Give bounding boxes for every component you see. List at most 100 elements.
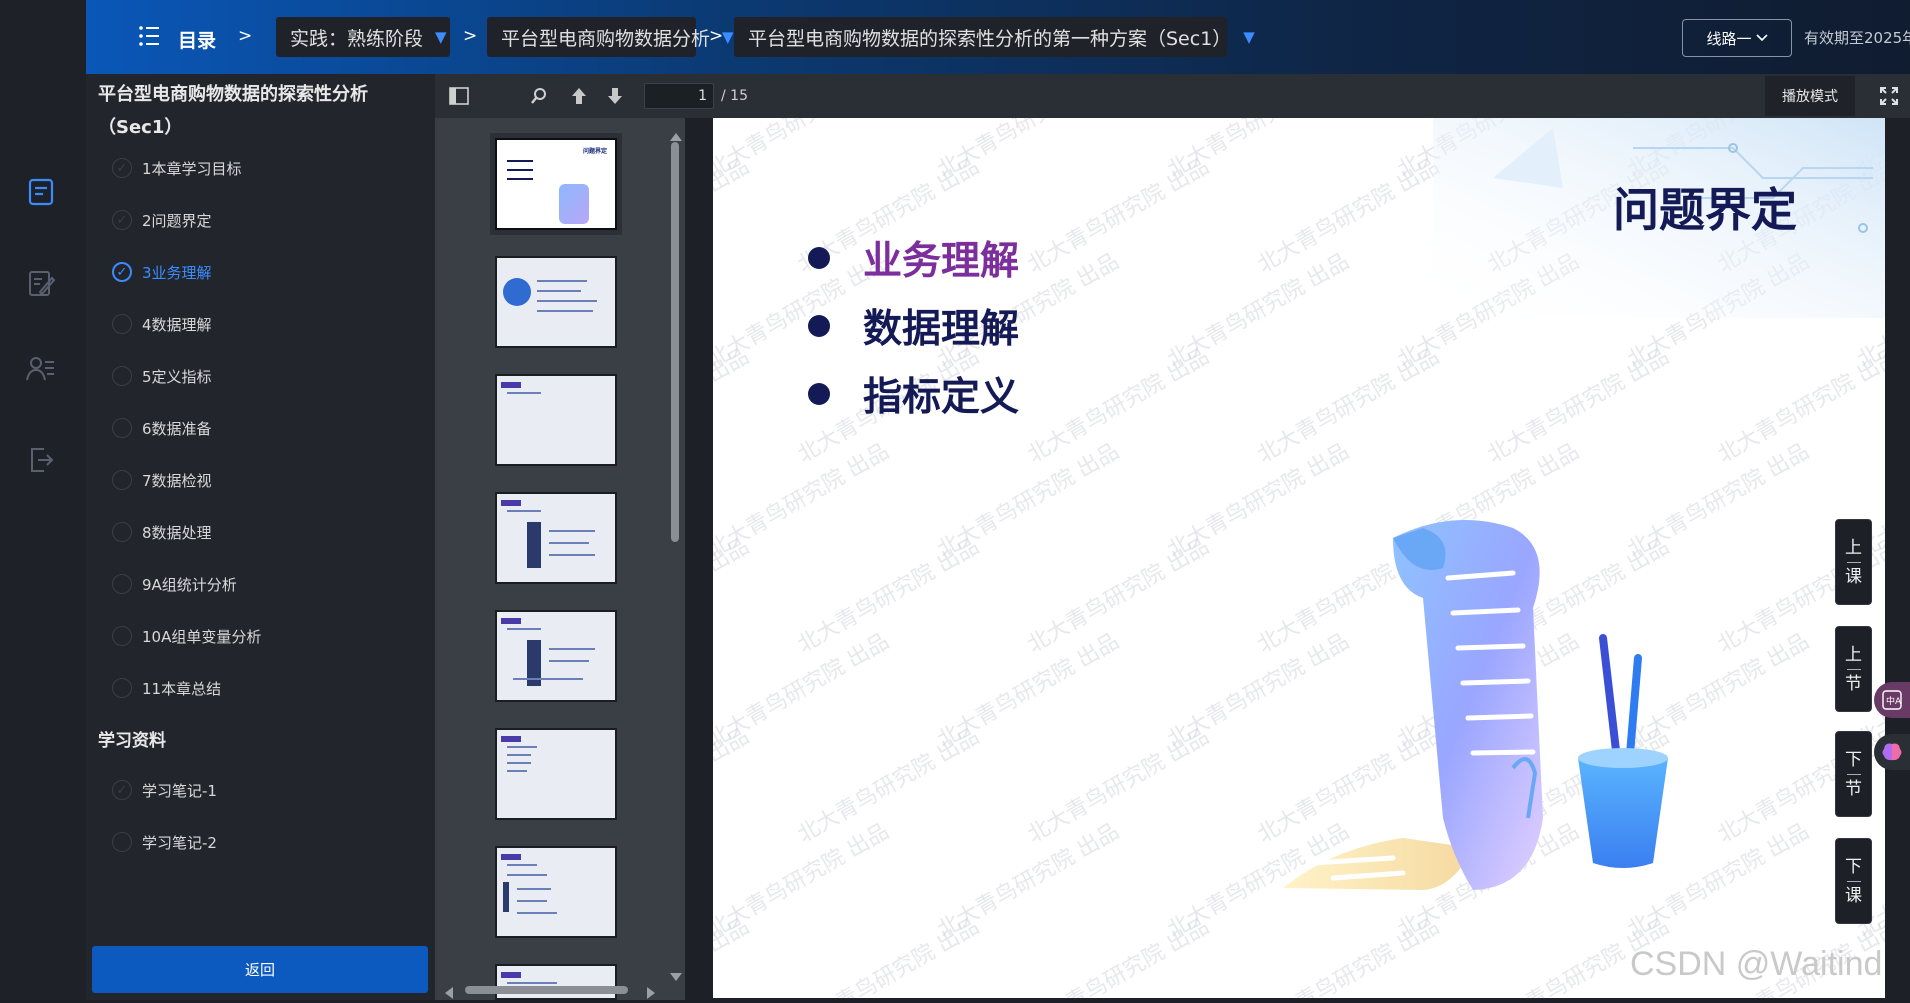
prev-section-char-1: 上 xyxy=(1845,644,1862,665)
validity-text: 有效期至2025年10月5日 xyxy=(1804,29,1910,47)
caret-down-icon: ▼ xyxy=(722,28,734,46)
thumbnail-page-2[interactable] xyxy=(495,256,617,348)
thumbnail-page-8[interactable] xyxy=(495,964,617,1000)
scroll-illustration xyxy=(1283,520,1668,890)
scroll-down-icon[interactable] xyxy=(670,966,682,985)
material-item[interactable]: ✓ 学习笔记-1 xyxy=(112,775,217,805)
circle-icon xyxy=(112,470,132,490)
arrow-up-icon[interactable] xyxy=(565,82,593,110)
thumbnail-page-6[interactable] xyxy=(495,728,617,820)
route-select-button[interactable]: 线路一 xyxy=(1682,19,1792,57)
outline-item-label: 4数据理解 xyxy=(142,315,212,334)
fullscreen-icon[interactable] xyxy=(1875,82,1903,110)
outline-item[interactable]: 9A组统计分析 xyxy=(112,569,237,599)
route-select-label: 线路一 xyxy=(1706,29,1752,48)
materials-title: 学习资料 xyxy=(98,731,166,751)
watermark-text: 北大青鸟研究院 出品 xyxy=(1024,344,1214,468)
outline-item[interactable]: 8数据处理 xyxy=(112,517,212,547)
translate-icon[interactable]: 中A xyxy=(1874,682,1910,718)
next-lesson-char-2: 课 xyxy=(1845,885,1862,906)
slide-bullet: 数据理解 xyxy=(808,298,1019,354)
thumbnail-page-1[interactable]: 问题界定 xyxy=(495,138,617,230)
watermark-text: 北大青鸟研究院 出品 xyxy=(1024,154,1214,278)
outline-item[interactable]: 10A组单变量分析 xyxy=(112,621,261,651)
watermark-text: 北大青鸟研究院 出品 xyxy=(1024,914,1214,998)
back-button[interactable]: 返回 xyxy=(92,946,428,993)
caret-down-icon: ▼ xyxy=(1243,28,1255,46)
outline-item[interactable]: ✓ 1本章学习目标 xyxy=(112,153,242,183)
csdn-watermark: CSDN @Waitind xyxy=(1630,945,1883,983)
watermark-text: 北大青鸟研究院 出品 xyxy=(713,534,754,658)
material-item-label: 学习笔记-1 xyxy=(142,781,217,800)
outline-item[interactable]: 11本章总结 xyxy=(112,673,221,703)
outline-item-active[interactable]: ✓ 3业务理解 xyxy=(112,257,212,287)
outline-item-label: 8数据处理 xyxy=(142,523,212,542)
circle-icon xyxy=(112,626,132,646)
circle-icon xyxy=(112,366,132,386)
document-icon[interactable] xyxy=(23,174,59,210)
scroll-left-icon[interactable] xyxy=(445,984,453,1003)
breadcrumb-stage-dropdown[interactable]: 实践：熟练阶段 ▼ xyxy=(276,17,450,57)
breadcrumb-lesson-dropdown[interactable]: 平台型电商购物数据的探索性分析的第一种方案（Sec1） ▼ xyxy=(734,17,1255,57)
edit-icon[interactable] xyxy=(23,265,59,301)
thumbnail-page-3[interactable] xyxy=(495,374,617,466)
icon-rail xyxy=(0,0,86,1000)
sidebar-toggle-icon[interactable] xyxy=(445,82,473,110)
thumbnail-strip: 问题界定 xyxy=(435,118,685,1000)
brain-icon[interactable] xyxy=(1874,734,1910,770)
outline-item[interactable]: ✓ 2问题界定 xyxy=(112,205,212,235)
watermark-text: 北大青鸟研究院 出品 xyxy=(794,534,984,658)
circle-icon xyxy=(112,832,132,852)
page-number-input[interactable]: 1 xyxy=(644,83,714,109)
breadcrumb-separator: > xyxy=(238,26,253,46)
prev-lesson-button[interactable]: 上 课 xyxy=(1835,519,1872,605)
page-total: / 15 xyxy=(721,88,748,104)
thumbnail-page-7[interactable] xyxy=(495,846,617,938)
outline-item[interactable]: 5定义指标 xyxy=(112,361,212,391)
outline-item[interactable]: 7数据检视 xyxy=(112,465,212,495)
menu-icon[interactable] xyxy=(138,24,160,52)
watermark-text: 北大青鸟研究院 出品 xyxy=(1024,534,1214,658)
thumbnail-page-4[interactable] xyxy=(495,492,617,584)
next-lesson-button[interactable]: 下 课 xyxy=(1835,838,1872,924)
outline-item-label: 3业务理解 xyxy=(142,263,212,282)
outline-panel: 平台型电商购物数据的探索性分析（Sec1） ✓ 1本章学习目标 ✓ 2问题界定 ✓ 3… xyxy=(86,74,435,1000)
bullet-dot xyxy=(808,247,830,269)
check-circle-icon: ✓ xyxy=(112,262,132,282)
watermark-text: 北大青鸟研究院 出品 xyxy=(1024,724,1214,848)
scroll-right-icon[interactable] xyxy=(647,984,655,1003)
slide-bullet-text: 业务理解 xyxy=(863,239,1020,284)
next-section-char-2: 节 xyxy=(1845,778,1862,799)
outline-item[interactable]: 4数据理解 xyxy=(112,309,212,339)
slide-bullet: 业务理解 xyxy=(808,230,1019,286)
circle-icon xyxy=(112,574,132,594)
bullet-dot xyxy=(808,315,830,337)
breadcrumb-stage-label: 实践：熟练阶段 xyxy=(290,27,424,50)
slide-bullet-text: 数据理解 xyxy=(863,307,1020,352)
watermark-text: 北大青鸟研究院 出品 xyxy=(794,914,984,998)
prev-section-button[interactable]: 上 节 xyxy=(1835,626,1872,712)
outline-item[interactable]: 6数据准备 xyxy=(112,413,212,443)
thumbnail-page-5[interactable] xyxy=(495,610,617,702)
exit-icon[interactable] xyxy=(23,442,59,478)
menu-label[interactable]: 目录 xyxy=(178,26,216,53)
material-item-label: 学习笔记-2 xyxy=(142,833,217,852)
outline-item-label: 7数据检视 xyxy=(142,471,212,490)
horizontal-scrollbar[interactable] xyxy=(465,986,628,994)
prev-section-char-2: 节 xyxy=(1845,673,1862,694)
slide-bullet: 指标定义 xyxy=(808,366,1019,422)
vertical-scrollbar[interactable] xyxy=(671,142,679,542)
people-icon[interactable] xyxy=(23,352,59,388)
breadcrumb-course-dropdown[interactable]: 平台型电商购物数据分析 ▼ xyxy=(487,17,734,57)
svg-text:中A: 中A xyxy=(1886,695,1902,707)
outline-item-label: 6数据准备 xyxy=(142,419,212,438)
search-icon[interactable] xyxy=(525,82,553,110)
watermark-text: 北大青鸟研究院 出品 xyxy=(934,118,1124,183)
next-section-button[interactable]: 下 节 xyxy=(1835,731,1872,817)
play-mode-button[interactable]: 播放模式 xyxy=(1765,76,1855,116)
watermark-text: 北大青鸟研究院 出品 xyxy=(1254,914,1444,998)
arrow-down-icon[interactable] xyxy=(601,82,629,110)
material-item[interactable]: 学习笔记-2 xyxy=(112,827,217,857)
top-bar: 目录 > 实践：熟练阶段 ▼ > 平台型电商购物数据分析 ▼ > 平台型电商购物… xyxy=(86,0,1910,74)
watermark-text: 北大青鸟研究院 出品 xyxy=(1714,344,1886,468)
